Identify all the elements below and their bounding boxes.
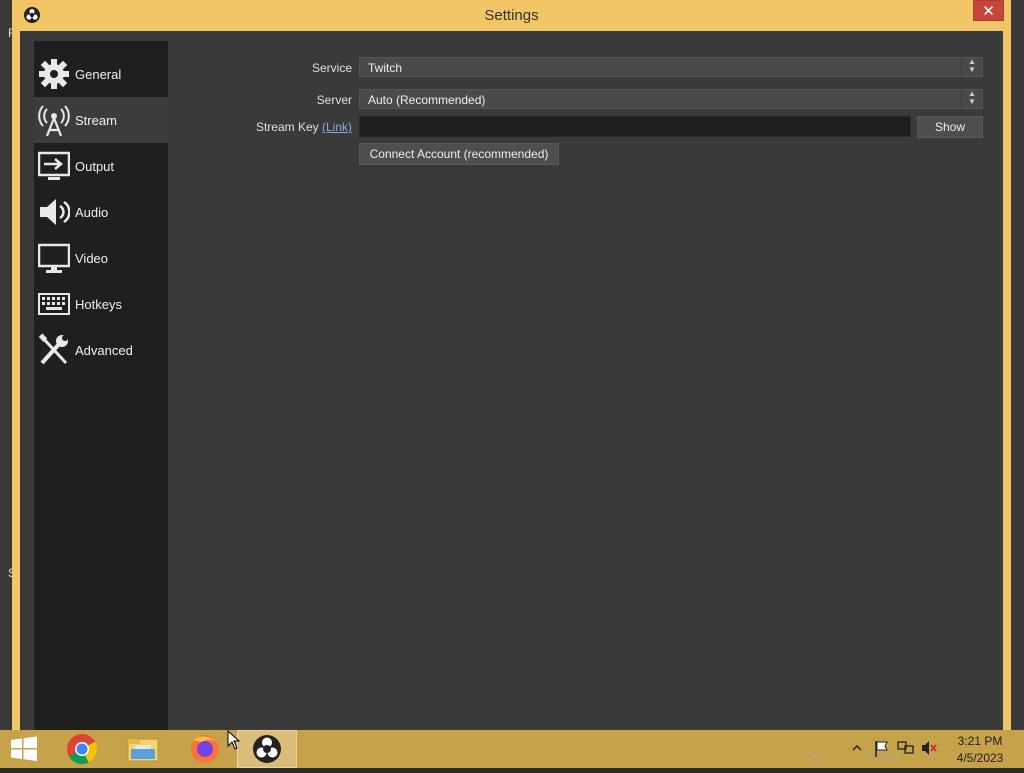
monitor-icon — [38, 243, 70, 273]
tools-icon — [38, 333, 68, 365]
volume-muted-icon[interactable] — [921, 740, 939, 756]
start-button[interactable] — [0, 730, 48, 768]
server-value: Auto (Recommended) — [368, 93, 486, 107]
service-value: Twitch — [368, 61, 403, 75]
gear-icon — [39, 59, 69, 89]
sidebar-item-hotkeys[interactable]: Hotkeys — [34, 281, 168, 327]
sidebar-item-label: Hotkeys — [75, 297, 122, 312]
keyboard-icon — [38, 293, 70, 315]
stream-key-input[interactable] — [359, 116, 911, 137]
clock-date[interactable]: 4/5/2023 — [950, 751, 1010, 765]
sidebar-item-label: Advanced — [75, 343, 133, 358]
obs-icon — [253, 735, 281, 763]
settings-sidebar: General Stream Output Audio Video Hotkey… — [34, 41, 168, 731]
show-hidden-icons-icon[interactable] — [852, 743, 862, 753]
mouse-cursor-icon — [227, 730, 241, 750]
sidebar-item-stream[interactable]: Stream — [34, 97, 168, 143]
close-button[interactable]: ✕ — [973, 0, 1004, 21]
chrome-icon — [67, 734, 97, 764]
network-icon[interactable] — [897, 740, 915, 756]
connect-account-button[interactable]: Connect Account (recommended) — [359, 143, 559, 165]
sidebar-item-audio[interactable]: Audio — [34, 189, 168, 235]
file-explorer-icon — [127, 738, 159, 762]
broadcast-antenna-icon — [38, 105, 70, 137]
taskbar-file-explorer[interactable] — [113, 730, 173, 768]
sidebar-item-label: Stream — [75, 113, 117, 128]
sidebar-item-advanced[interactable]: Advanced — [34, 327, 168, 373]
sidebar-item-general[interactable]: General — [34, 51, 168, 97]
updown-arrows-icon: ▲ ▼ — [961, 58, 982, 76]
stream-key-link[interactable]: (Link) — [322, 120, 352, 134]
sidebar-item-output[interactable]: Output — [34, 143, 168, 189]
firefox-icon — [191, 735, 219, 763]
speaker-icon — [40, 199, 70, 225]
action-center-flag-icon[interactable] — [874, 740, 890, 758]
settings-dialog: Settings ✕ General Stream Output Audio V… — [12, 0, 1011, 731]
windows-start-icon — [11, 736, 37, 761]
window-title: Settings — [484, 7, 539, 24]
settings-content: General Stream Output Audio Video Hotkey… — [20, 31, 1003, 731]
show-key-button[interactable]: Show — [917, 116, 983, 138]
service-label: Service — [311, 61, 352, 75]
taskbar-obs[interactable] — [237, 730, 297, 768]
updown-arrows-icon: ▲ ▼ — [961, 90, 982, 108]
ok-button[interactable]: OK — [806, 751, 822, 763]
sidebar-item-video[interactable]: Video — [34, 235, 168, 281]
output-monitor-icon — [38, 151, 70, 180]
sidebar-item-label: General — [75, 67, 122, 82]
clock-time[interactable]: 3:21 PM — [950, 734, 1010, 748]
stream-key-label: Stream Key — [255, 120, 319, 134]
service-dropdown[interactable]: Twitch ▲ ▼ — [359, 57, 983, 77]
server-label: Server — [316, 93, 352, 107]
server-dropdown[interactable]: Auto (Recommended) ▲ ▼ — [359, 89, 983, 109]
title-bar[interactable]: Settings ✕ — [12, 0, 1011, 31]
sidebar-item-label: Output — [75, 159, 115, 174]
taskbar-firefox[interactable] — [175, 730, 235, 768]
taskbar: OK Cancel 3:21 PM 4/5/2023 — [0, 730, 1024, 768]
stream-key-label-row: Stream Key (Link) — [172, 120, 352, 134]
taskbar-chrome[interactable] — [52, 730, 112, 768]
sidebar-item-label: Audio — [75, 205, 109, 220]
sidebar-item-label: Video — [75, 251, 109, 266]
